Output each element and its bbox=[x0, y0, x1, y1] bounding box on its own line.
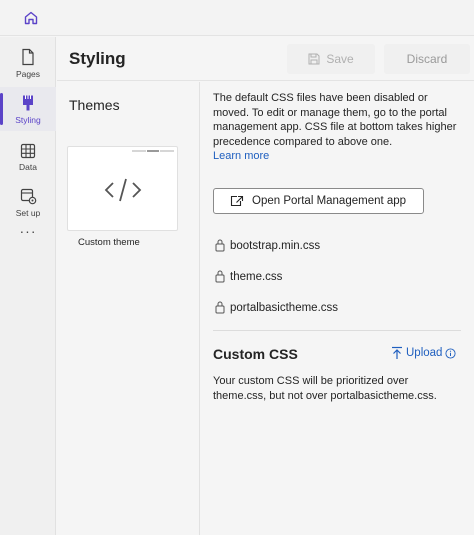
page-title: Styling bbox=[69, 49, 126, 68]
section-divider bbox=[213, 330, 461, 331]
custom-theme-card[interactable] bbox=[67, 146, 178, 231]
open-portal-management-button[interactable]: Open Portal Management app bbox=[213, 188, 424, 214]
css-file-item[interactable]: bootstrap.min.css bbox=[215, 239, 320, 252]
theme-name: Custom theme bbox=[78, 237, 140, 248]
rail-item-data[interactable]: Data bbox=[0, 135, 56, 179]
rail-item-label: Pages bbox=[15, 68, 41, 79]
intro-description: The default CSS files have been disabled… bbox=[213, 92, 457, 148]
rail-item-label: Data bbox=[19, 161, 37, 172]
lock-icon bbox=[215, 301, 225, 314]
rail-item-label: Styling bbox=[15, 114, 41, 125]
main-content: The default CSS files have been disabled… bbox=[201, 82, 474, 535]
lock-icon bbox=[215, 270, 225, 283]
css-file-name: bootstrap.min.css bbox=[230, 239, 321, 252]
home-icon bbox=[24, 11, 38, 25]
upload-icon bbox=[392, 346, 402, 359]
upload-button[interactable]: Upload bbox=[391, 346, 457, 360]
custom-css-description: Your custom CSS will be prioritized over… bbox=[213, 375, 437, 402]
discard-button[interactable]: Discard bbox=[384, 44, 470, 74]
code-icon bbox=[104, 178, 142, 202]
paintbrush-icon bbox=[23, 95, 33, 110]
table-icon bbox=[20, 143, 36, 158]
left-nav-rail: Pages Styling Data Set up ··· bbox=[0, 37, 56, 535]
lock-icon bbox=[215, 239, 225, 252]
open-portal-label: Open Portal Management app bbox=[252, 195, 407, 207]
save-label: Save bbox=[326, 52, 354, 66]
themes-title: Themes bbox=[69, 97, 120, 113]
rail-item-setup[interactable]: Set up bbox=[0, 181, 56, 225]
info-icon[interactable] bbox=[445, 347, 457, 359]
intro-text: The default CSS files have been disabled… bbox=[213, 91, 465, 164]
page-icon bbox=[22, 48, 34, 65]
rail-item-label: Set up bbox=[15, 208, 41, 218]
rail-item-styling[interactable]: Styling bbox=[0, 87, 56, 131]
top-bar bbox=[0, 0, 474, 36]
rail-item-pages[interactable]: Pages bbox=[0, 41, 56, 85]
custom-css-title: Custom CSS bbox=[213, 346, 298, 362]
upload-label: Upload bbox=[406, 347, 443, 359]
css-file-name: portalbasictheme.css bbox=[230, 301, 339, 314]
open-external-icon bbox=[230, 195, 244, 207]
save-icon bbox=[308, 53, 320, 65]
css-file-item[interactable]: portalbasictheme.css bbox=[215, 301, 338, 314]
css-file-item[interactable]: theme.css bbox=[215, 270, 282, 283]
save-button[interactable]: Save bbox=[287, 44, 375, 74]
theme-preview-bar bbox=[132, 150, 176, 152]
more-options-button[interactable]: ··· bbox=[0, 223, 56, 247]
learn-more-link[interactable]: Learn more bbox=[213, 149, 465, 164]
css-file-name: theme.css bbox=[230, 270, 283, 283]
page-header: Styling Save Discard bbox=[57, 37, 474, 81]
settings-icon bbox=[20, 188, 36, 205]
themes-panel: Themes Custom theme bbox=[57, 82, 200, 535]
discard-label: Discard bbox=[406, 52, 448, 66]
home-button[interactable] bbox=[20, 8, 42, 28]
